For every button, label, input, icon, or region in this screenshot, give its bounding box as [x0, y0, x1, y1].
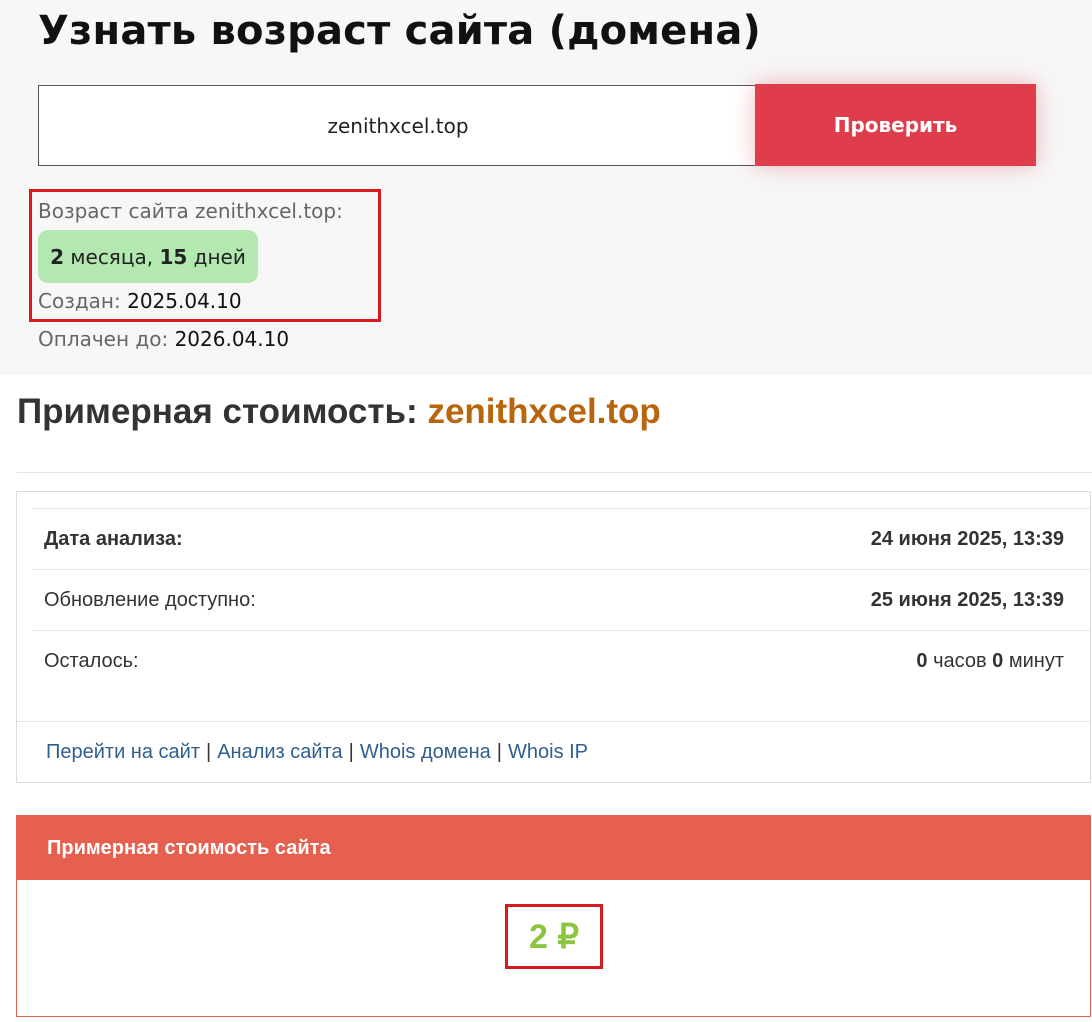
age-months-word: месяца, [70, 244, 154, 269]
title-divider [17, 472, 1092, 473]
whois-ip-link[interactable]: Whois IP [508, 741, 588, 764]
links-row: Перейти на сайт | Анализ сайта | Whois д… [17, 721, 1090, 783]
update-available-row: Обновление доступно: 25 июня 2025, 13:39 [33, 569, 1090, 630]
check-button[interactable]: Проверить [755, 84, 1036, 166]
age-checker-section: Узнать возраст сайта (домена) Проверить … [0, 0, 1092, 375]
estimate-header: Примерная стоимость сайта [17, 816, 1090, 880]
link-separator: | [496, 741, 502, 763]
age-months-value: 2 [50, 244, 65, 269]
remaining-minutes: 0 [992, 649, 1004, 672]
remaining-row: Осталось: 0 часов 0 минут [33, 630, 1090, 691]
age-days-value: 15 [159, 244, 188, 269]
age-badge: 2 месяца, 15 дней [38, 230, 258, 283]
cost-title: Примерная стоимость: zenithxcel.top [17, 392, 661, 432]
cost-title-domain: zenithxcel.top [427, 392, 661, 431]
link-separator: | [205, 741, 212, 763]
age-days-word: дней [193, 244, 246, 269]
created-label: Создан: [38, 289, 121, 313]
whois-domain-link[interactable]: Whois домена [360, 741, 491, 764]
paid-label: Оплачен до: [38, 327, 169, 351]
paid-value: 2026.04.10 [174, 327, 290, 351]
link-separator: | [348, 741, 354, 763]
created-line: Создан: 2025.04.10 [38, 289, 242, 313]
page-title: Узнать возраст сайта (домена) [38, 8, 762, 54]
analysis-date-row: Дата анализа: 24 июня 2025, 13:39 [33, 508, 1090, 569]
analysis-info-panel: Дата анализа: 24 июня 2025, 13:39 Обновл… [16, 491, 1091, 783]
go-to-site-link[interactable]: Перейти на сайт [46, 741, 200, 764]
remaining-label: Осталось: [44, 649, 139, 672]
remaining-hours: 0 [916, 649, 928, 672]
paid-line: Оплачен до: 2026.04.10 [38, 327, 289, 351]
update-available-value: 25 июня 2025, 13:39 [870, 588, 1064, 611]
update-available-label: Обновление доступно: [44, 588, 256, 611]
remaining-value: 0 часов 0 минут [916, 650, 1064, 673]
estimate-card: Примерная стоимость сайта 2 ₽ [16, 815, 1091, 1017]
remaining-minutes-word: минут [1008, 649, 1064, 672]
age-label: Возраст сайта zenithxcel.top: [38, 199, 343, 223]
cost-title-prefix: Примерная стоимость: [17, 392, 418, 431]
remaining-hours-word: часов [933, 649, 987, 672]
domain-input[interactable] [38, 85, 758, 166]
analysis-date-label: Дата анализа: [44, 527, 183, 550]
site-analysis-link[interactable]: Анализ сайта [217, 741, 342, 764]
analysis-date-value: 24 июня 2025, 13:39 [870, 527, 1064, 550]
estimate-value: 2 ₽ [505, 904, 603, 969]
created-value: 2025.04.10 [127, 289, 242, 313]
